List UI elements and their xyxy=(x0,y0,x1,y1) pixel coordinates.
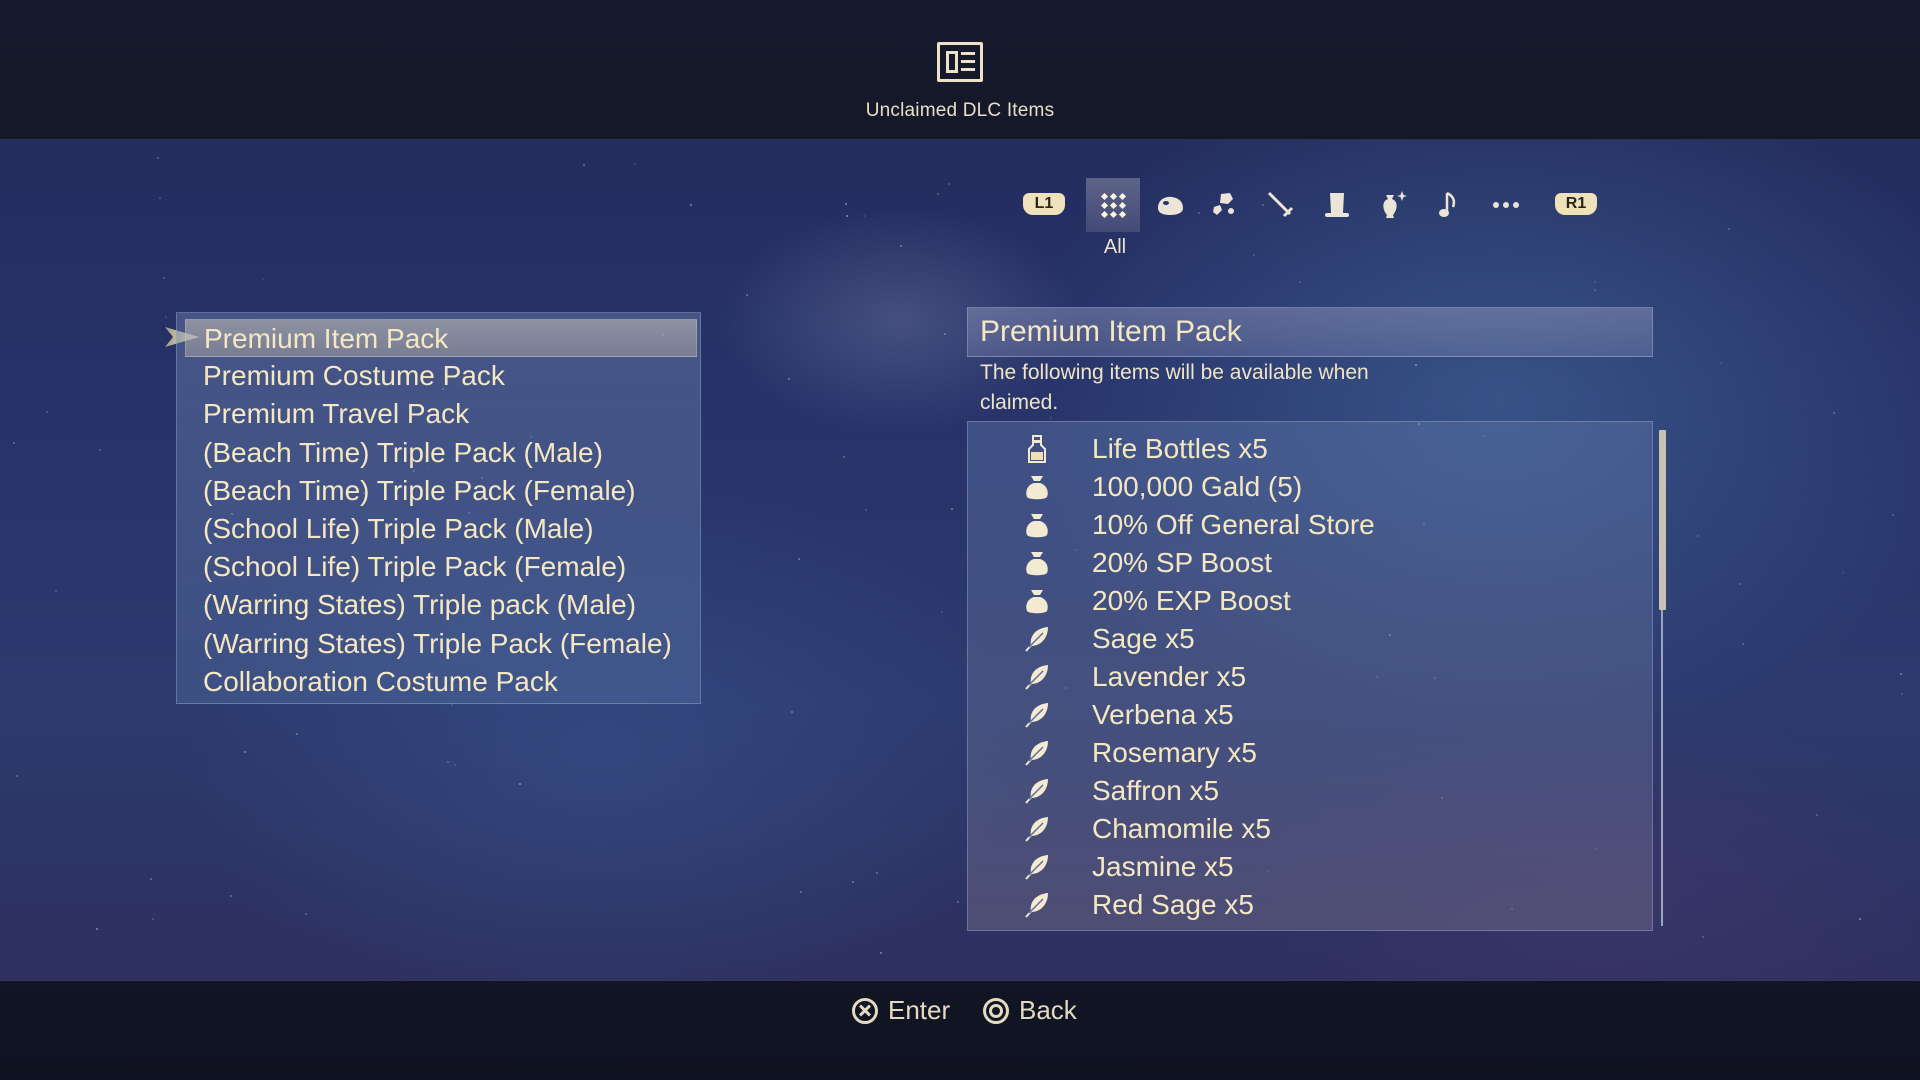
pack-list-item[interactable]: Premium Costume Pack xyxy=(203,357,693,395)
pouch-icon xyxy=(1022,510,1052,540)
leaf-icon xyxy=(1022,662,1052,692)
item-label: 20% SP Boost xyxy=(1092,547,1273,578)
leaf-icon xyxy=(1022,814,1052,844)
item-row: Red Sage x5 xyxy=(968,886,1648,924)
scrollbar-thumb[interactable] xyxy=(1659,430,1666,610)
item-row: 20% EXP Boost xyxy=(968,582,1648,620)
back-hint[interactable]: Back xyxy=(983,995,1077,1026)
enter-hint[interactable]: Enter xyxy=(852,995,950,1026)
pouch-icon xyxy=(1022,586,1052,616)
item-row: Verbena x5 xyxy=(968,696,1648,734)
leaf-icon xyxy=(1022,700,1052,730)
item-row: Life Bottles x5 xyxy=(968,430,1648,468)
item-row: Jasmine x5 xyxy=(968,848,1648,886)
item-label: Verbena x5 xyxy=(1092,699,1234,730)
circle-button-icon xyxy=(983,997,1009,1024)
pack-list-item[interactable]: (Beach Time) Triple Pack (Female) xyxy=(203,472,693,510)
item-label: Lavender x5 xyxy=(1092,661,1247,692)
item-row: 100,000 Gald (5) xyxy=(968,468,1648,506)
l1-button[interactable]: L1 xyxy=(1023,193,1065,215)
active-tab-label: All xyxy=(1103,236,1127,258)
pack-list-item[interactable]: (Warring States) Triple Pack (Female) xyxy=(203,625,693,663)
tab-consumables[interactable] xyxy=(1143,178,1197,232)
item-row: 10% Off General Store xyxy=(968,506,1648,544)
tab-all[interactable] xyxy=(1086,178,1140,232)
pack-list-item[interactable]: Premium Item Pack xyxy=(185,319,697,357)
pack-list-item[interactable]: (Beach Time) Triple Pack (Male) xyxy=(203,434,693,472)
pouch-icon xyxy=(1022,472,1052,502)
tab-weapons[interactable] xyxy=(1254,178,1308,232)
item-row: 20% SP Boost xyxy=(968,544,1648,582)
item-row: Chamomile x5 xyxy=(968,810,1648,848)
item-label: Jasmine x5 xyxy=(1092,851,1234,882)
item-row: Lavender x5 xyxy=(968,658,1648,696)
sword-icon xyxy=(1266,190,1296,220)
r1-button[interactable]: R1 xyxy=(1555,193,1597,215)
item-row: Saffron x5 xyxy=(968,772,1648,810)
enter-label: Enter xyxy=(888,995,951,1025)
pouch-icon xyxy=(1022,548,1052,578)
tab-music[interactable] xyxy=(1422,178,1476,232)
vase-icon xyxy=(1378,189,1410,221)
leaf-icon xyxy=(1022,852,1052,882)
leaf-icon xyxy=(1022,776,1052,806)
tab-other[interactable] xyxy=(1479,178,1533,232)
item-label: Sage x5 xyxy=(1092,623,1195,654)
item-label: 10% Off General Store xyxy=(1092,509,1375,540)
detail-title: Premium Item Pack xyxy=(967,307,1653,357)
ellipsis-icon xyxy=(1491,190,1521,220)
grid-icon xyxy=(1098,190,1128,220)
item-label: Chamomile x5 xyxy=(1092,813,1271,844)
bottom-bar xyxy=(0,980,1920,1080)
detail-description: The following items will be available wh… xyxy=(980,361,1369,414)
leaf-icon xyxy=(1022,624,1052,654)
music-note-icon xyxy=(1434,190,1464,220)
dlc-items-icon xyxy=(937,42,983,82)
pack-list: Premium Item Pack Premium Costume Pack Pre… xyxy=(176,312,701,704)
back-label: Back xyxy=(1019,995,1077,1025)
gel-icon xyxy=(1155,190,1185,220)
pack-list-item[interactable]: (Warring States) Triple pack (Male) xyxy=(203,586,693,624)
item-row: Sage x5 xyxy=(968,620,1648,658)
pack-list-item[interactable]: Premium Travel Pack xyxy=(203,395,693,433)
leaf-icon xyxy=(1022,890,1052,920)
pack-list-item[interactable]: Collaboration Costume Pack xyxy=(203,663,693,701)
item-label: Life Bottles x5 xyxy=(1092,433,1268,464)
item-label: 20% EXP Boost xyxy=(1092,585,1291,616)
pack-list-item[interactable]: (School Life) Triple Pack (Female) xyxy=(203,548,693,586)
item-label: Saffron x5 xyxy=(1092,775,1220,806)
item-list: Life Bottles x5 100,000 Gald (5) 10% Off G… xyxy=(967,421,1653,931)
cross-button-icon xyxy=(852,997,878,1024)
item-label: Red Sage x5 xyxy=(1092,889,1254,920)
item-label: Rosemary x5 xyxy=(1092,737,1257,768)
ore-icon xyxy=(1210,190,1240,220)
tab-attachments[interactable] xyxy=(1310,178,1364,232)
item-label: 100,000 Gald (5) xyxy=(1092,471,1303,502)
pack-list-item[interactable]: (School Life) Triple Pack (Male) xyxy=(203,510,693,548)
item-row: Rosemary x5 xyxy=(968,734,1648,772)
top-bar: Unclaimed DLC Items xyxy=(0,0,1920,140)
top-hat-icon xyxy=(1322,190,1352,220)
bottle-icon xyxy=(1022,434,1052,464)
tab-materials[interactable] xyxy=(1198,178,1252,232)
leaf-icon xyxy=(1022,738,1052,768)
page-title: Unclaimed DLC Items xyxy=(865,100,1055,121)
tab-valuables[interactable] xyxy=(1367,178,1421,232)
